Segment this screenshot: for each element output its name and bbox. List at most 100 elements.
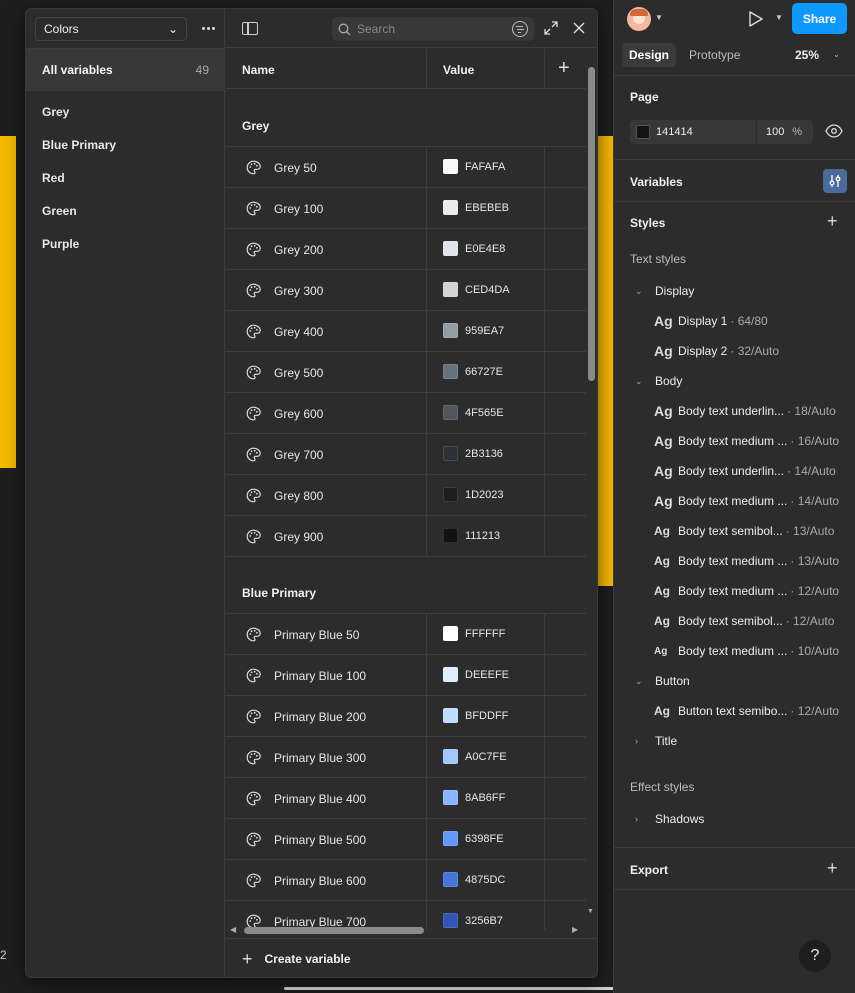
- variable-value[interactable]: 111213: [465, 530, 500, 542]
- all-variables-item[interactable]: All variables 49: [26, 49, 225, 90]
- play-icon[interactable]: [748, 10, 764, 28]
- table-row[interactable]: Grey 7002B3136: [226, 434, 586, 475]
- variable-name[interactable]: Grey 800: [274, 489, 323, 503]
- page-opacity-field[interactable]: 100 %: [757, 120, 813, 144]
- page-color-field[interactable]: 141414: [630, 120, 756, 144]
- help-button[interactable]: ?: [799, 940, 831, 972]
- search-input[interactable]: [357, 22, 507, 36]
- text-style-item[interactable]: AgBody text medium ...· 12/Auto: [654, 576, 850, 606]
- avatar[interactable]: [627, 7, 651, 31]
- variable-value[interactable]: 3256B7: [465, 915, 503, 927]
- color-swatch[interactable]: [443, 405, 458, 420]
- group-item[interactable]: Green: [26, 194, 225, 227]
- table-row[interactable]: Grey 600 4F565E: [226, 393, 586, 434]
- text-style-item[interactable]: AgBody text semibol...· 12/Auto: [654, 606, 850, 636]
- variable-value[interactable]: FFFFFF: [465, 628, 505, 640]
- text-style-item[interactable]: AgDisplay 2· 32/Auto: [654, 336, 850, 366]
- color-swatch[interactable]: [443, 446, 458, 461]
- variable-name[interactable]: Grey 50: [274, 161, 317, 175]
- scroll-left-arrow-icon[interactable]: ◀: [230, 925, 236, 934]
- table-row[interactable]: Primary Blue 6004875DC: [226, 860, 586, 901]
- chevron-down-icon[interactable]: ⌄: [833, 50, 840, 59]
- tab-design[interactable]: Design: [622, 43, 676, 67]
- color-swatch[interactable]: [443, 323, 458, 338]
- color-swatch[interactable]: [443, 487, 458, 502]
- text-style-item[interactable]: AgBody text semibol...· 13/Auto: [654, 516, 850, 546]
- text-style-item[interactable]: AgBody text medium ...· 16/Auto: [654, 426, 850, 456]
- add-style-button[interactable]: +: [827, 212, 838, 230]
- style-group[interactable]: ⌄Body: [635, 366, 682, 396]
- variable-value[interactable]: FAFAFA: [465, 161, 505, 173]
- share-button[interactable]: Share: [792, 3, 847, 34]
- variable-value[interactable]: 6398FE: [465, 833, 504, 845]
- variable-name[interactable]: Primary Blue 100: [274, 669, 366, 683]
- variable-name[interactable]: Primary Blue 400: [274, 792, 366, 806]
- group-item[interactable]: Red: [26, 161, 225, 194]
- table-row[interactable]: Primary Blue 300 A0C7FE: [226, 737, 586, 778]
- style-group[interactable]: ›Title: [635, 726, 677, 756]
- text-style-item[interactable]: AgButton text semibo...· 12/Auto: [654, 696, 850, 726]
- variable-name[interactable]: Primary Blue 200: [274, 710, 366, 724]
- horizontal-scrollbar-thumb[interactable]: [244, 927, 424, 934]
- variable-name[interactable]: Primary Blue 50: [274, 628, 359, 642]
- color-swatch[interactable]: [443, 708, 458, 723]
- search-box[interactable]: [332, 17, 534, 41]
- variable-name[interactable]: Grey 500: [274, 366, 323, 380]
- eye-icon[interactable]: [825, 124, 843, 138]
- style-group[interactable]: ›Shadows: [635, 804, 704, 834]
- create-variable-button[interactable]: + Create variable: [226, 938, 598, 978]
- variable-value[interactable]: 8AB6FF: [465, 792, 505, 804]
- color-swatch[interactable]: [443, 282, 458, 297]
- color-swatch[interactable]: [443, 241, 458, 256]
- table-row[interactable]: Primary Blue 500 6398FE: [226, 819, 586, 860]
- table-row[interactable]: Grey 100EBEBEB: [226, 188, 586, 229]
- text-style-item[interactable]: AgBody text underlin...· 18/Auto: [654, 396, 850, 426]
- filter-icon[interactable]: [512, 21, 528, 37]
- color-swatch[interactable]: [443, 790, 458, 805]
- group-item[interactable]: Blue Primary: [26, 128, 225, 161]
- expand-icon[interactable]: [544, 21, 558, 35]
- variable-name[interactable]: Primary Blue 300: [274, 751, 366, 765]
- chevron-down-icon[interactable]: ▼: [655, 13, 663, 22]
- table-row[interactable]: Grey 50066727E: [226, 352, 586, 393]
- variable-name[interactable]: Grey 200: [274, 243, 323, 257]
- variable-value[interactable]: EBEBEB: [465, 202, 509, 214]
- color-swatch[interactable]: [443, 528, 458, 543]
- table-row[interactable]: Primary Blue 400 8AB6FF: [226, 778, 586, 819]
- variable-name[interactable]: Grey 600: [274, 407, 323, 421]
- variable-value[interactable]: E0E4E8: [465, 243, 505, 255]
- style-group[interactable]: ⌄Display: [635, 276, 694, 306]
- text-style-item[interactable]: AgDisplay 1· 64/80: [654, 306, 850, 336]
- variable-value[interactable]: A0C7FE: [465, 751, 507, 763]
- style-group[interactable]: ⌄Button: [635, 666, 690, 696]
- table-row[interactable]: Grey 400959EA7: [226, 311, 586, 352]
- zoom-level[interactable]: 25%: [795, 48, 819, 62]
- scroll-down-arrow-icon[interactable]: ▼: [587, 908, 594, 915]
- color-swatch[interactable]: [443, 159, 458, 174]
- variable-name[interactable]: Grey 400: [274, 325, 323, 339]
- text-style-item[interactable]: AgBody text medium ...· 14/Auto: [654, 486, 850, 516]
- color-swatch[interactable]: [443, 364, 458, 379]
- table-row[interactable]: Primary Blue 7003256B7: [226, 901, 586, 930]
- variable-name[interactable]: Primary Blue 500: [274, 833, 366, 847]
- tab-prototype[interactable]: Prototype: [682, 43, 747, 67]
- canvas-horizontal-scrollbar[interactable]: [284, 987, 614, 990]
- color-swatch[interactable]: [443, 831, 458, 846]
- canvas-frame-yellow-left[interactable]: [0, 136, 16, 468]
- close-icon[interactable]: [572, 21, 586, 35]
- canvas-frame-yellow-right[interactable]: [598, 136, 613, 586]
- variable-name[interactable]: Primary Blue 600: [274, 874, 366, 888]
- table-row[interactable]: Grey 8001D2023: [226, 475, 586, 516]
- add-mode-button[interactable]: +: [558, 59, 570, 77]
- text-style-item[interactable]: AgBody text underlin...· 14/Auto: [654, 456, 850, 486]
- page-color-swatch[interactable]: [636, 125, 650, 139]
- variable-value[interactable]: 2B3136: [465, 448, 503, 460]
- color-swatch[interactable]: [443, 749, 458, 764]
- scroll-right-arrow-icon[interactable]: ▶: [572, 925, 578, 934]
- variable-value[interactable]: BFDDFF: [465, 710, 508, 722]
- color-swatch[interactable]: [443, 913, 458, 928]
- table-row[interactable]: Primary Blue 50 FFFFFF: [226, 614, 586, 655]
- variable-value[interactable]: 4F565E: [465, 407, 504, 419]
- variable-name[interactable]: Grey 900: [274, 530, 323, 544]
- chevron-down-icon[interactable]: ▼: [775, 13, 783, 22]
